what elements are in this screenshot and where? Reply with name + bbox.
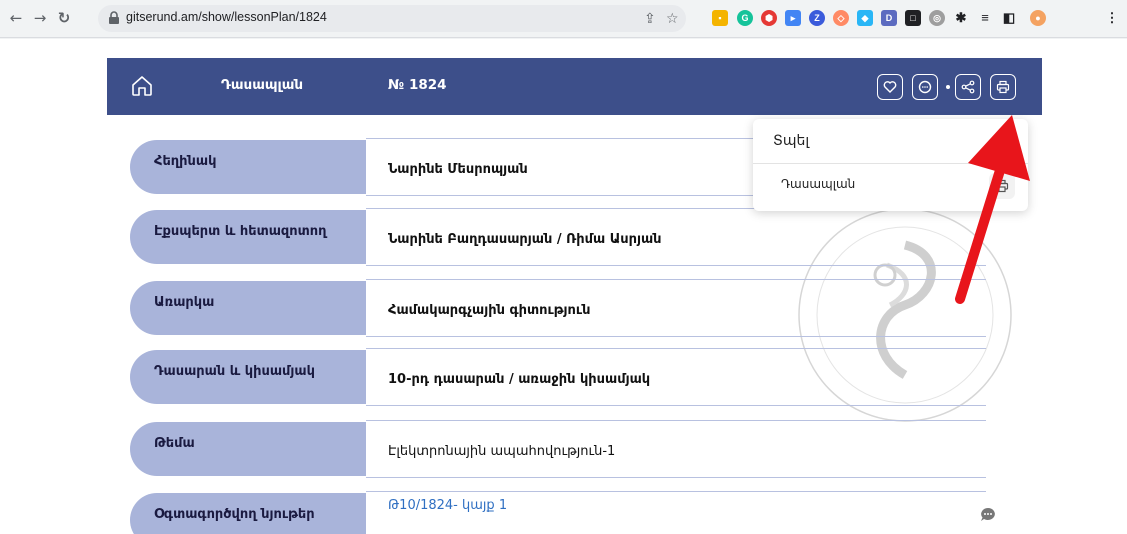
favorite-button[interactable]	[877, 74, 903, 100]
grade-semester-value: 10-րդ դասարան / առաջին կիսամյակ	[366, 348, 986, 406]
heart-icon	[883, 81, 897, 93]
puzzle-extensions-icon[interactable]: ✱	[953, 10, 969, 26]
print-lesson-plan-option[interactable]: Դասապլան	[781, 177, 855, 191]
topic-value: Էլեկտրոնային ապահովություն-1	[366, 420, 986, 478]
adblock-icon[interactable]: ⬢	[761, 10, 777, 26]
materials-link[interactable]: Թ10/1824- կայք 1	[366, 491, 986, 534]
materials-label: Օգտագործվող նյութեր	[130, 493, 366, 534]
topic-label: Թեմա	[130, 422, 366, 476]
lesson-number: № 1824	[388, 77, 447, 93]
comment-bubble-icon[interactable]	[979, 506, 997, 524]
side-panel-icon[interactable]: ◧	[1001, 10, 1017, 26]
comment-button[interactable]	[912, 74, 938, 100]
reload-icon[interactable]: ↻	[54, 8, 74, 28]
reading-list-icon[interactable]: ≡	[977, 10, 993, 26]
share-icon	[961, 80, 975, 94]
page-title: Դասապլան	[221, 77, 304, 93]
separator-dot	[946, 85, 950, 89]
grammarly-icon[interactable]: G	[737, 10, 753, 26]
extension-icon[interactable]: ▪	[712, 10, 728, 26]
back-arrow-icon[interactable]: ←	[6, 8, 26, 28]
printer-icon	[996, 80, 1010, 94]
extension-icon[interactable]: ◇	[833, 10, 849, 26]
home-icon[interactable]	[130, 74, 154, 98]
url-text[interactable]: gitserund.am/show/lessonPlan/1824	[126, 10, 327, 24]
browser-toolbar: ← → ↻ gitserund.am/show/lessonPlan/1824 …	[0, 0, 1127, 38]
page: Դասապլան № 1824 Հեղինակ Նարինե Մեսրոպյան…	[0, 39, 1127, 534]
extension-icon[interactable]: D	[881, 10, 897, 26]
author-label: Հեղինակ	[130, 140, 366, 194]
translate-icon[interactable]: ▸	[785, 10, 801, 26]
address-bar[interactable]: gitserund.am/show/lessonPlan/1824 ⇪ ☆	[98, 5, 686, 32]
bookmark-star-icon[interactable]: ☆	[666, 11, 679, 27]
expert-value: Նարինե Բաղդասարյան / Ռիմա Ասրյան	[366, 208, 986, 266]
red-arrow-annotation	[955, 115, 1030, 304]
menu-kebab-icon[interactable]: ⋮	[1104, 10, 1120, 26]
print-menu-title: Տպել	[773, 133, 810, 149]
comment-icon	[918, 80, 932, 94]
expert-label: Էքսպերտ և հետազոտող	[130, 210, 366, 264]
print-button[interactable]	[990, 74, 1016, 100]
grade-semester-label: Դասարան և կիսամյակ	[130, 350, 366, 404]
lesson-header: Դասապլան № 1824	[107, 58, 1042, 115]
share-page-icon[interactable]: ⇪	[644, 11, 656, 27]
zoho-icon[interactable]: Z	[809, 10, 825, 26]
lock-icon	[109, 11, 119, 24]
forward-arrow-icon[interactable]: →	[30, 8, 50, 28]
profile-avatar[interactable]: ●	[1030, 10, 1046, 26]
share-button[interactable]	[955, 74, 981, 100]
extension-icon[interactable]: □	[905, 10, 921, 26]
subject-value: Համակարգչային գիտություն	[366, 279, 986, 337]
extension-icon[interactable]: ◆	[857, 10, 873, 26]
subject-label: Առարկա	[130, 281, 366, 335]
extension-icon[interactable]: ◎	[929, 10, 945, 26]
